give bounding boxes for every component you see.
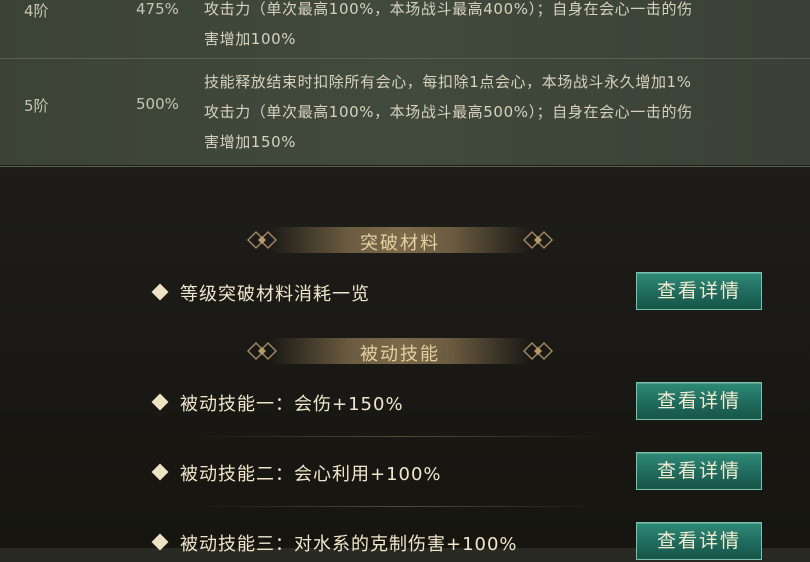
bullet-diamond-icon — [151, 393, 169, 411]
desc-line: 攻击力（单次最高100%，本场战斗最高400%）；自身在会心一击的伤 — [204, 0, 693, 18]
view-details-button[interactable]: 查看详情 — [636, 522, 762, 560]
item-label: 被动技能二：会心利用+100% — [180, 464, 442, 485]
tier-table: 4阶 475% 攻击力（单次最高100%，本场战斗最高400%）；自身在会心一击… — [0, 0, 810, 167]
item-label: 被动技能一：会伤+150% — [180, 394, 404, 415]
divider — [190, 436, 610, 437]
desc-line: 攻击力（单次最高100%，本场战斗最高500%）；自身在会心一击的伤 — [204, 103, 693, 121]
desc-line: 技能释放结束时扣除所有会心，每扣除1点会心，本场战斗永久增加1% — [204, 73, 692, 91]
view-details-button[interactable]: 查看详情 — [636, 272, 762, 310]
section-title: 突破材料 — [360, 233, 440, 254]
tier-description: 攻击力（单次最高100%，本场战斗最高400%）；自身在会心一击的伤 害增加10… — [204, 0, 804, 54]
item-label: 被动技能三：对水系的克制伤害+100% — [180, 534, 518, 555]
bullet-diamond-icon — [151, 283, 169, 301]
item-label: 等级突破材料消耗一览 — [180, 284, 370, 305]
tier-percent: 475% — [136, 0, 179, 18]
table-row: 5阶 500% 技能释放结束时扣除所有会心，每扣除1点会心，本场战斗永久增加1%… — [0, 58, 810, 167]
section-title: 被动技能 — [360, 344, 440, 365]
tier-description: 技能释放结束时扣除所有会心，每扣除1点会心，本场战斗永久增加1% 攻击力（单次最… — [204, 67, 804, 157]
desc-line: 害增加150% — [204, 133, 297, 151]
list-item: 被动技能二：会心利用+100% 查看详情 — [151, 452, 762, 492]
table-row: 4阶 475% 攻击力（单次最高100%，本场战斗最高400%）；自身在会心一击… — [0, 0, 810, 58]
view-details-button[interactable]: 查看详情 — [636, 452, 762, 490]
list-item: 等级突破材料消耗一览 查看详情 — [151, 272, 762, 312]
view-details-button[interactable]: 查看详情 — [636, 382, 762, 420]
tier-percent: 500% — [136, 95, 179, 113]
section-header-passive: 被动技能 — [240, 336, 560, 366]
desc-line: 害增加100% — [204, 30, 297, 48]
tier-level: 5阶 — [24, 97, 49, 115]
list-item: 被动技能一：会伤+150% 查看详情 — [151, 382, 762, 422]
ornament-icon — [522, 341, 554, 361]
ornament-icon — [522, 230, 554, 250]
list-item: 被动技能三：对水系的克制伤害+100% 查看详情 — [151, 522, 762, 562]
section-header-breakthrough: 突破材料 — [240, 225, 560, 255]
divider — [190, 506, 610, 507]
bullet-diamond-icon — [151, 463, 169, 481]
tier-level: 4阶 — [24, 2, 49, 20]
